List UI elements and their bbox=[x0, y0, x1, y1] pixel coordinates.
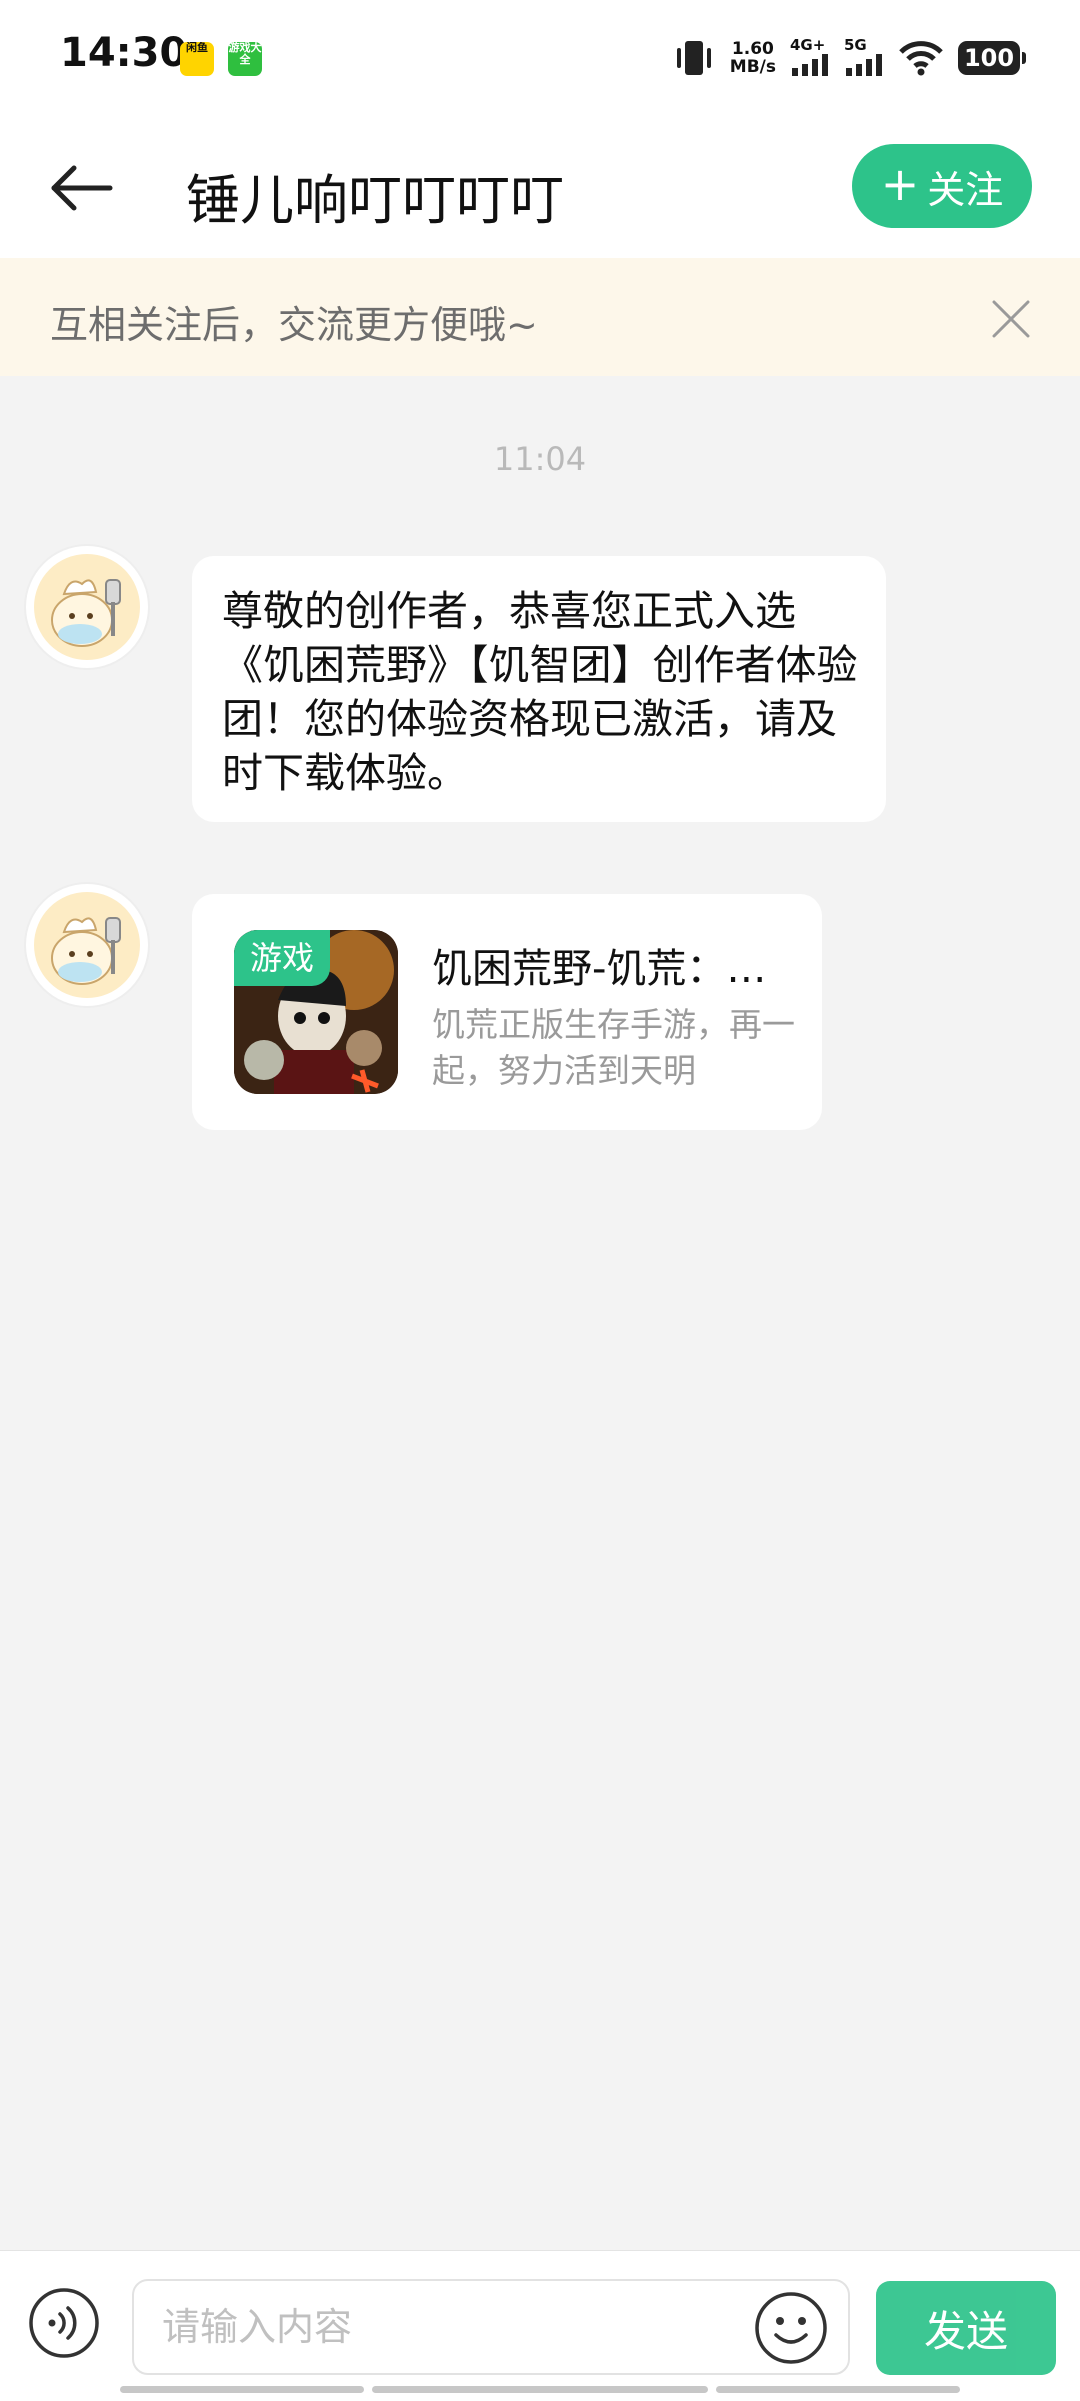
follow-label: 关注 bbox=[927, 167, 1004, 212]
game-center-app-icon: 游戏大全 bbox=[228, 42, 262, 76]
close-icon[interactable] bbox=[986, 294, 1036, 344]
wifi-icon bbox=[899, 41, 943, 76]
game-icon: 游戏 bbox=[234, 930, 398, 1094]
plus-icon: + bbox=[880, 157, 920, 211]
network-5g-label: 5G bbox=[844, 36, 867, 54]
message-timestamp: 11:04 bbox=[493, 440, 587, 478]
network-4g-label: 4G+ bbox=[790, 36, 826, 54]
nav-segment bbox=[716, 2386, 960, 2393]
message-text: 尊敬的创作者，恭喜您正式入选《饥困荒野》【饥智团】创作者体验团！您的体验资格现已… bbox=[222, 587, 858, 797]
banner-text: 互相关注后，交流更方便哦~ bbox=[50, 303, 538, 347]
network-5g: 5G bbox=[844, 36, 884, 80]
speed-value: 1.60 bbox=[731, 39, 774, 59]
sender-avatar[interactable] bbox=[26, 546, 148, 668]
chef-dog-icon bbox=[51, 579, 121, 647]
signal-icon bbox=[792, 54, 828, 76]
back-arrow-icon[interactable] bbox=[40, 148, 120, 228]
sender-avatar[interactable] bbox=[26, 884, 148, 1006]
follow-button[interactable]: + 关注 bbox=[852, 144, 1032, 228]
game-title: 饥困荒野-饥荒：… bbox=[432, 946, 767, 992]
status-bar: 14:30 闲鱼 游戏大全 1.60 MB/s 4G+ 5G 100 bbox=[0, 0, 1080, 118]
speed-unit: MB/s bbox=[729, 57, 776, 77]
vibrate-icon bbox=[676, 41, 711, 75]
status-time: 14:30 bbox=[60, 30, 188, 76]
xianyu-app-label: 闲鱼 bbox=[186, 42, 208, 54]
game-tag: 游戏 bbox=[234, 930, 330, 986]
status-icons: 1.60 MB/s 4G+ 5G 100 bbox=[672, 36, 1026, 80]
battery-icon: 100 bbox=[958, 41, 1026, 75]
game-center-app-label: 游戏大全 bbox=[228, 42, 262, 66]
follow-tip-banner: 互相关注后，交流更方便哦~ bbox=[0, 258, 1080, 376]
voice-icon[interactable] bbox=[28, 2287, 100, 2359]
game-card[interactable]: 游戏 饥困荒野-饥荒：… 饥荒正版生存手游，再一起，努力活到天明 bbox=[192, 894, 822, 1130]
chat-title: 锤儿响叮叮叮叮 bbox=[186, 169, 564, 232]
system-nav-bar bbox=[0, 2386, 1080, 2394]
xianyu-app-icon: 闲鱼 bbox=[180, 42, 214, 76]
avatar-image bbox=[34, 554, 140, 660]
avatar-image bbox=[34, 892, 140, 998]
network-4g: 4G+ bbox=[790, 36, 830, 80]
send-button[interactable]: 发送 bbox=[876, 2281, 1056, 2375]
input-bar: 发送 bbox=[0, 2250, 1080, 2401]
chat-header: 锤儿响叮叮叮叮 + 关注 bbox=[0, 118, 1080, 258]
signal-icon bbox=[846, 54, 882, 76]
nav-segment bbox=[372, 2386, 708, 2393]
emoji-icon[interactable] bbox=[754, 2291, 828, 2365]
message-input[interactable] bbox=[132, 2279, 850, 2375]
network-speed: 1.60 MB/s bbox=[730, 40, 776, 76]
chef-dog-icon bbox=[51, 917, 121, 985]
message-bubble[interactable]: 尊敬的创作者，恭喜您正式入选《饥困荒野》【饥智团】创作者体验团！您的体验资格现已… bbox=[192, 556, 886, 822]
game-description: 饥荒正版生存手游，再一起，努力活到天明 bbox=[432, 1005, 795, 1090]
nav-segment bbox=[120, 2386, 364, 2393]
